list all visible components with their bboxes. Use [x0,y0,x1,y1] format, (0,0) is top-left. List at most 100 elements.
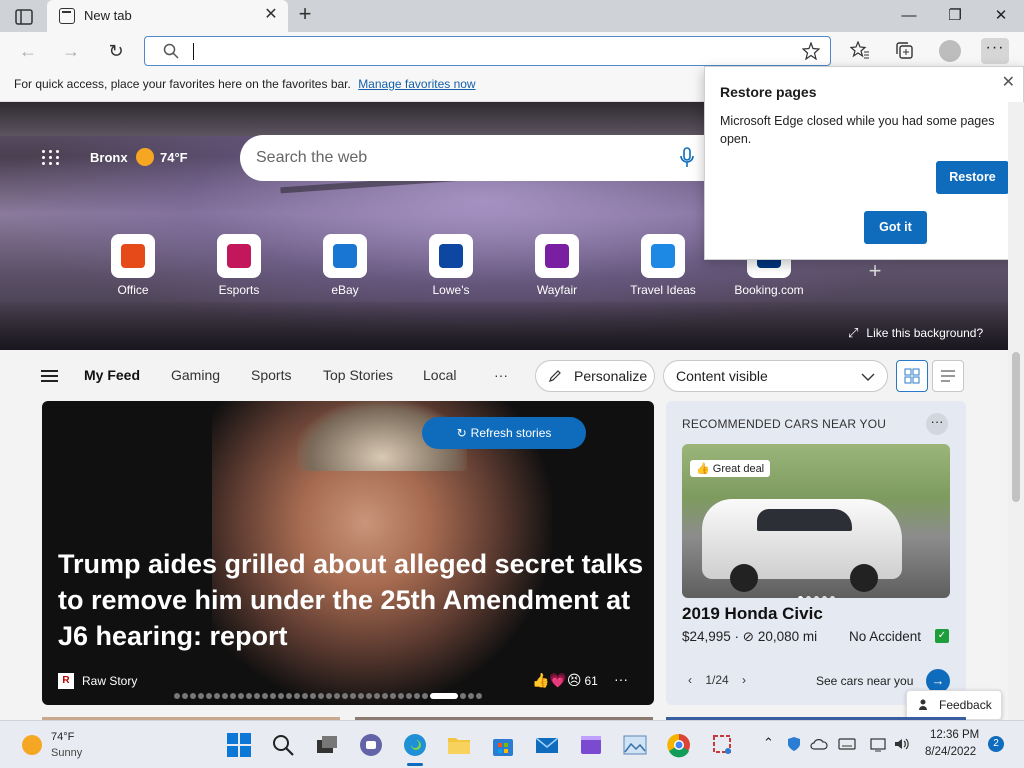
back-button[interactable]: ← [14,38,42,64]
quick-link-esports[interactable]: Esports [194,234,284,297]
tab-sports[interactable]: Sports [251,367,291,383]
show-hidden-icons[interactable]: ⌃ [763,735,774,751]
microphone-icon[interactable] [680,147,694,169]
forward-button[interactable]: → [57,38,85,64]
see-cars-link[interactable]: See cars near you [816,674,913,688]
network-icon[interactable] [870,736,888,752]
restore-button[interactable]: Restore [936,161,1009,194]
menu-icon[interactable] [41,370,58,382]
next-icon[interactable]: › [742,673,746,687]
notification-badge[interactable]: 2 [988,736,1004,752]
favorites-button[interactable] [846,38,874,64]
restore-window-button[interactable]: ❐ [932,0,978,32]
search-button[interactable] [270,732,296,758]
story-headline[interactable]: Trump aides grilled about alleged secret… [58,546,648,654]
personalize-button[interactable]: Personalize [535,360,655,392]
photos-button[interactable] [622,732,648,758]
security-shield-icon[interactable] [786,736,802,752]
weather-location[interactable]: Bronx [90,150,128,165]
keyboard-icon[interactable] [838,737,856,751]
previous-icon[interactable]: ‹ [688,673,692,687]
quick-link-label: Travel Ideas [630,283,696,297]
tab-local[interactable]: Local [423,367,456,383]
weather-temperature[interactable]: 74°F [160,150,188,165]
photo-pager-dots[interactable] [798,588,838,598]
start-button[interactable] [226,732,252,758]
add-quick-link-button[interactable]: + [862,258,888,284]
mail-button[interactable] [534,732,560,758]
app-launcher-icon[interactable] [42,150,62,166]
lowes-icon [439,244,463,268]
recommended-cars-card[interactable]: RECOMMENDED CARS NEAR YOU ··· 👍 Great de… [666,401,966,705]
web-search-box[interactable]: Search the web [240,135,710,181]
task-view-button[interactable] [314,732,340,758]
reactions[interactable]: 👍💗😣 61 [532,672,598,689]
quick-link-wayfair[interactable]: Wayfair [512,234,602,297]
close-dialog-icon[interactable]: ✕ [1002,72,1015,92]
feedback-button[interactable]: Feedback [906,690,1002,720]
tab-top-stories[interactable]: Top Stories [323,367,393,383]
story-more-button[interactable]: ··· [614,671,628,687]
quick-link-label: Wayfair [536,283,578,297]
snipping-tool-button[interactable] [710,732,736,758]
weather-sun-icon[interactable] [22,735,42,755]
tab-actions-icon [15,9,33,25]
grid-view-button[interactable] [896,360,928,392]
close-tab-button[interactable]: ✕ [261,5,281,25]
quick-link-travel-ideas[interactable]: Travel Ideas [618,234,708,297]
file-explorer-button[interactable] [446,732,472,758]
story-source[interactable]: Raw Story [82,674,137,688]
car-name[interactable]: 2019 Honda Civic [682,604,823,624]
tab-new-tab[interactable]: New tab ✕ [47,0,288,32]
car-photo[interactable]: 👍 Great deal [682,444,950,598]
new-tab-button[interactable]: + [293,3,317,27]
address-bar[interactable] [144,36,831,66]
esports-icon [227,244,251,268]
page-scrollbar[interactable] [1008,102,1024,720]
refresh-button[interactable]: ↻ [102,38,130,64]
tab-actions-button[interactable] [10,6,38,28]
volume-icon[interactable] [893,736,911,752]
edge-taskbar-button[interactable] [402,732,428,766]
reaction-count: 61 [584,674,598,688]
chrome-button[interactable] [666,732,692,758]
list-view-button[interactable] [932,360,964,392]
taskbar-temperature[interactable]: 74°F [51,731,74,743]
close-window-button[interactable]: ✕ [978,0,1024,32]
carousel-indicator[interactable] [174,693,484,699]
more-tabs-button[interactable]: ··· [494,367,508,383]
tab-gaming[interactable]: Gaming [171,367,220,383]
clipchamp-button[interactable] [578,732,604,758]
quick-link-ebay[interactable]: eBay [300,234,390,297]
add-favorite-icon[interactable] [802,42,820,60]
new-tab-page-icon [59,8,75,24]
teams-chat-button[interactable] [358,732,384,758]
profile-avatar[interactable] [939,40,961,62]
got-it-button[interactable]: Got it [864,211,927,244]
minimize-button[interactable]: — [886,0,932,32]
grid-icon [904,368,920,384]
pager-value: 1/24 [705,673,729,687]
onedrive-cloud-icon[interactable] [810,737,828,751]
pencil-icon [549,370,561,382]
collections-button[interactable] [891,38,919,64]
like-background-button[interactable]: ⤢ Like this background? [848,325,983,341]
navigation-bar: ← → ↻ ··· [0,32,1024,70]
quick-link-lowes[interactable]: Lowe's [406,234,496,297]
scrollbar-thumb[interactable] [1012,352,1020,502]
tab-my-feed[interactable]: My Feed [84,367,140,383]
quick-link-label: eBay [331,283,359,297]
folder-icon [448,738,470,754]
clock-date[interactable]: 8/24/2022 [925,746,976,758]
top-story-card[interactable]: ↻ Refresh stories Trump aides grilled abo… [42,401,654,705]
store-button[interactable] [490,732,516,758]
manage-favorites-link[interactable]: Manage favorites now [358,77,475,91]
taskbar-condition[interactable]: Sunny [51,747,82,759]
content-visibility-select[interactable]: Content visible [663,360,888,392]
luggage-icon [651,244,675,268]
clock-time[interactable]: 12:36 PM [930,729,979,741]
quick-link-office[interactable]: Office [88,234,178,297]
refresh-stories-button[interactable]: ↻ Refresh stories [422,417,586,449]
settings-and-more-button[interactable]: ··· [981,38,1009,64]
card-more-button[interactable]: ··· [926,413,948,435]
